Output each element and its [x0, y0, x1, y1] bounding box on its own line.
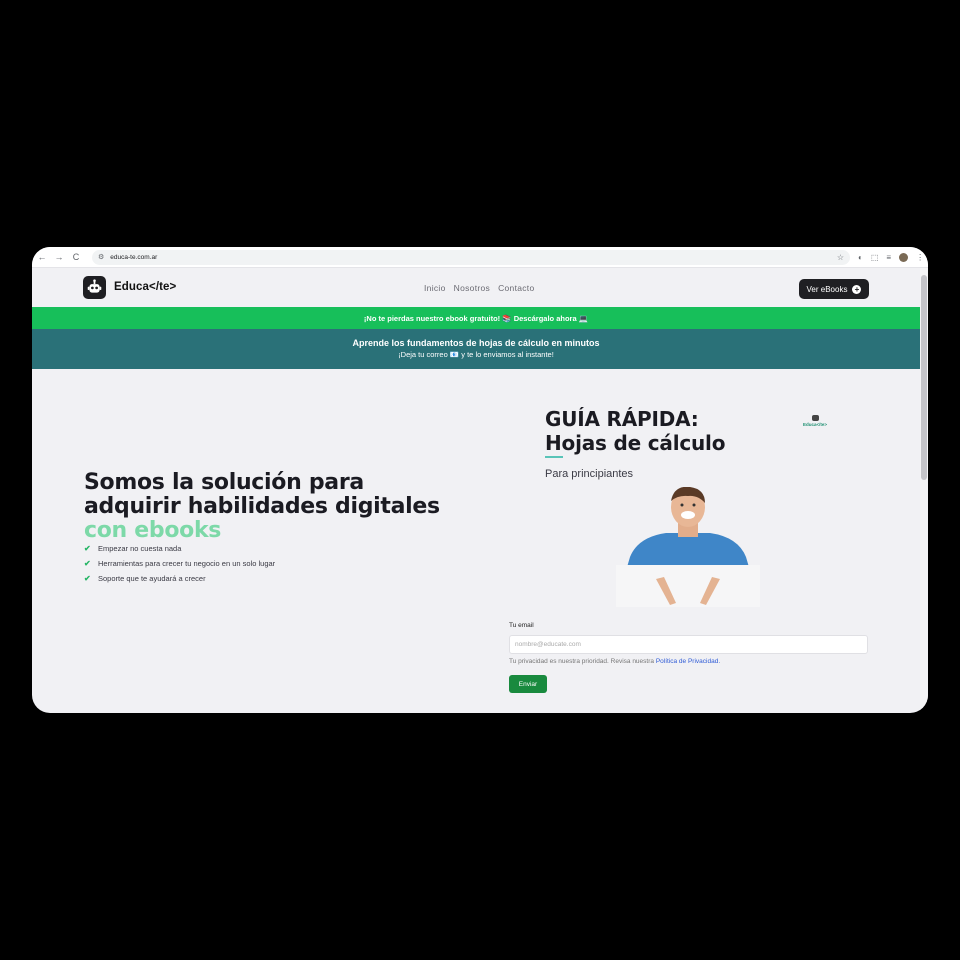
person-pointing-image — [598, 487, 778, 623]
browser-actions: ◐ ⬚ ≡ ⋮ — [858, 252, 924, 262]
lead-banner-subtitle: ¡Deja tu correo 📧 y te lo enviamos al in… — [398, 350, 554, 359]
feature-text: Soporte que te ayudará a crecer — [98, 574, 206, 583]
site-header: Educa</te> Inicio Nosotros Contacto Ver … — [32, 268, 920, 306]
feature-text: Empezar no cuesta nada — [98, 544, 182, 553]
browser-toolbar: ← → C ⚙ educa-te.com.ar ☆ ◐ ⬚ ≡ ⋮ — [32, 247, 928, 268]
browser-window: ← → C ⚙ educa-te.com.ar ☆ ◐ ⬚ ≡ ⋮ Educa<… — [32, 247, 928, 713]
nav-inicio[interactable]: Inicio — [424, 283, 446, 293]
mini-logo-text: Educa</te> — [802, 422, 827, 427]
robot-icon — [811, 415, 819, 421]
double-check-icon: ✔ — [84, 574, 91, 583]
main-nav: Inicio Nosotros Contacto — [424, 283, 535, 293]
mini-logo: Educa</te> — [798, 415, 832, 427]
reload-icon[interactable]: C — [68, 249, 84, 265]
lead-banner: Aprende los fundamentos de hojas de cálc… — [32, 329, 920, 369]
site-settings-icon[interactable]: ⚙ — [98, 253, 104, 261]
guide-title-line1: GUÍA RÁPIDA: — [545, 407, 699, 431]
hero-title-main: Somos la solución para adquirir habilida… — [84, 470, 440, 519]
list-item: ✔ Herramientas para crecer tu negocio en… — [84, 556, 275, 571]
bookmark-star-icon[interactable]: ☆ — [837, 253, 844, 262]
plus-circle-icon: + — [852, 284, 862, 294]
menu-icon[interactable]: ⋮ — [916, 253, 924, 262]
feature-list: ✔ Empezar no cuesta nada ✔ Herramientas … — [84, 541, 275, 586]
email-placeholder: nombre@educate.com — [515, 641, 581, 648]
email-label: Tu email — [509, 622, 534, 629]
guide-title-line2: Hojas de cálculo — [545, 431, 726, 455]
url-text: educa-te.com.ar — [110, 253, 158, 261]
robot-logo-icon[interactable] — [83, 276, 106, 299]
extension-icon[interactable]: ◐ — [858, 253, 863, 262]
feature-text: Herramientas para crecer tu negocio en u… — [98, 559, 276, 568]
puzzle-icon[interactable]: ⬚ — [871, 253, 879, 262]
promo-banner[interactable]: ¡No te pierdas nuestro ebook gratuito! 📚… — [32, 307, 920, 329]
submit-button[interactable]: Enviar — [509, 675, 547, 693]
lead-banner-title: Aprende los fundamentos de hojas de cálc… — [352, 338, 600, 348]
list-item: ✔ Soporte que te ayudará a crecer — [84, 571, 275, 586]
back-icon[interactable]: ← — [34, 249, 50, 265]
privacy-note: Tu privacidad es nuestra prioridad. Revi… — [509, 658, 720, 665]
browser-nav: ← → C — [34, 249, 84, 265]
guide-subtitle: Para principiantes — [545, 468, 634, 480]
scrollbar-thumb[interactable] — [921, 275, 927, 480]
hero-title-accent: con ebooks — [84, 518, 222, 543]
guide-title: GUÍA RÁPIDA: Hojas de cálculo — [545, 407, 725, 455]
logo-text[interactable]: Educa</te> — [114, 281, 176, 293]
list-item: ✔ Empezar no cuesta nada — [84, 541, 275, 556]
privacy-policy-link[interactable]: Política de Privacidad. — [656, 658, 720, 665]
divider — [545, 456, 563, 458]
profile-avatar[interactable] — [899, 252, 909, 262]
address-bar[interactable]: ⚙ educa-te.com.ar ☆ — [92, 249, 850, 265]
double-check-icon: ✔ — [84, 544, 91, 553]
email-input[interactable]: nombre@educate.com — [509, 635, 868, 654]
ver-ebooks-button[interactable]: Ver eBooks + — [799, 279, 869, 299]
nav-nosotros[interactable]: Nosotros — [454, 283, 490, 293]
hero-title: Somos la solución para adquirir habilida… — [84, 471, 464, 543]
nav-contacto[interactable]: Contacto — [498, 283, 534, 293]
privacy-text: Tu privacidad es nuestra prioridad. Revi… — [509, 658, 656, 665]
forward-icon[interactable]: → — [51, 249, 67, 265]
double-check-icon: ✔ — [84, 559, 91, 568]
ver-ebooks-label: Ver eBooks — [806, 284, 848, 294]
reader-mode-icon[interactable]: ≡ — [886, 253, 891, 262]
